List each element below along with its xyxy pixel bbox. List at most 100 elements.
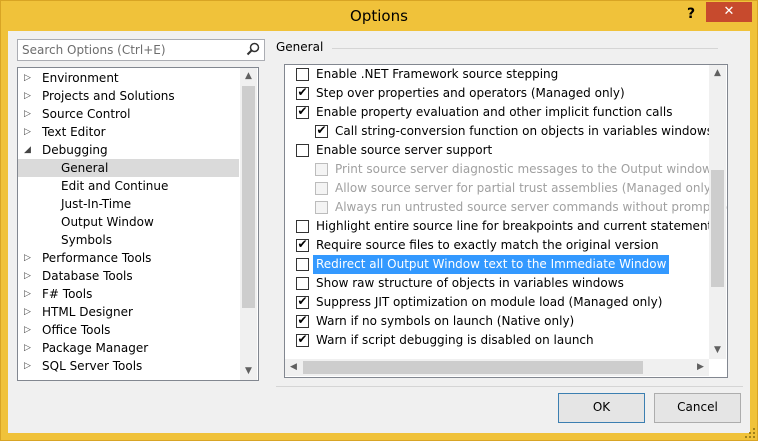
scroll-up-icon[interactable]: ▲ — [709, 65, 726, 82]
tree-item-label: Performance Tools — [42, 251, 152, 265]
scroll-left-icon[interactable]: ◀ — [285, 359, 302, 376]
options-list[interactable]: ✔ Warn if script debugging is disabled on… — [284, 64, 728, 378]
option-label: Require source files to exactly match th… — [316, 238, 659, 252]
options-dialog: Options ? ✕ Search Options (Ctrl+E) ▷ SQL… — [0, 0, 758, 441]
option-label: Enable source server support — [316, 143, 493, 157]
checkmark-icon: ✔ — [297, 294, 308, 308]
tree-item-label: Office Tools — [42, 323, 111, 337]
tree-item[interactable]: ▷ Package Manager — [18, 339, 239, 357]
tree-item[interactable]: ▷ Projects and Solutions — [18, 87, 239, 105]
tree-item-label: Source Control — [42, 107, 131, 121]
tree-item[interactable]: ▷ Source Control — [18, 105, 239, 123]
option-label: Warn if script debugging is disabled on … — [316, 333, 594, 347]
option-checkbox[interactable] — [296, 220, 309, 233]
close-button[interactable]: ✕ — [706, 2, 752, 22]
tree-item[interactable]: ▷ Performance Tools — [18, 249, 239, 267]
options-horizontal-scrollbar[interactable]: ◀ ▶ — [285, 359, 709, 376]
scroll-down-icon[interactable]: ▼ — [709, 342, 726, 359]
option-checkbox[interactable]: ✔ — [296, 332, 309, 347]
tree-item-label: Just-In-Time — [61, 197, 132, 211]
option-label: Step over properties and operators (Mana… — [316, 86, 625, 100]
ok-button[interactable]: OK — [558, 393, 645, 423]
checkmark-icon: ✔ — [297, 104, 308, 118]
collapsed-arrow-icon[interactable]: ▷ — [24, 339, 34, 357]
resize-grip-icon[interactable] — [745, 428, 755, 438]
tree-item-label: HTML Designer — [42, 305, 133, 319]
tree-item-label: Database Tools — [42, 269, 133, 283]
window-title: Options — [350, 7, 408, 25]
expanded-arrow-icon[interactable]: ◢ — [24, 141, 34, 159]
option-checkbox[interactable]: ✔ — [315, 123, 328, 138]
tree-item-label: Edit and Continue — [61, 179, 169, 193]
tree-scroll-thumb[interactable] — [242, 86, 255, 308]
option-checkbox — [315, 163, 328, 176]
cancel-button[interactable]: Cancel — [654, 393, 741, 423]
option-checkbox[interactable]: ✔ — [296, 237, 309, 252]
options-scroll-thumb[interactable] — [711, 170, 724, 287]
tree-item-label: Debugging — [42, 143, 108, 157]
option-checkbox[interactable]: ✔ — [296, 104, 309, 119]
tree-item-label: General — [61, 161, 109, 175]
collapsed-arrow-icon[interactable]: ▷ — [24, 303, 34, 321]
section-divider — [332, 48, 718, 49]
option-label: Highlight entire source line for breakpo… — [316, 219, 713, 233]
search-input[interactable]: Search Options (Ctrl+E) — [17, 39, 265, 61]
option-checkbox[interactable] — [296, 68, 309, 81]
collapsed-arrow-icon[interactable]: ▷ — [24, 357, 34, 375]
options-vertical-scrollbar[interactable]: ▲ ▼ — [709, 65, 726, 359]
options-hscroll-thumb[interactable] — [303, 361, 643, 374]
tree-item-label: Symbols — [61, 233, 112, 247]
collapsed-arrow-icon[interactable]: ▷ — [24, 105, 34, 123]
collapsed-arrow-icon[interactable]: ▷ — [24, 249, 34, 267]
collapsed-arrow-icon[interactable]: ▷ — [24, 267, 34, 285]
title-bar[interactable]: Options ? ✕ — [1, 1, 757, 31]
option-label: Warn if no symbols on launch (Native onl… — [316, 314, 575, 328]
option-checkbox[interactable] — [296, 277, 309, 290]
options-category-tree[interactable]: ▷ SQL Server Tools ▷ Package Manager ▷ Office… — [17, 67, 259, 381]
tree-item[interactable]: ◢ Debugging — [18, 141, 239, 159]
collapsed-arrow-icon[interactable]: ▷ — [24, 285, 34, 303]
tree-scrollbar[interactable]: ▲ ▼ — [240, 68, 257, 380]
option-checkbox[interactable]: ✔ — [296, 313, 309, 328]
help-button[interactable]: ? — [680, 5, 702, 23]
collapsed-arrow-icon[interactable]: ▷ — [24, 123, 34, 141]
tree-item[interactable]: Output Window — [18, 213, 239, 231]
option-label: Call string-conversion function on objec… — [335, 124, 713, 138]
search-icon[interactable] — [246, 42, 260, 56]
tree-item[interactable]: ▷ Text Editor — [18, 123, 239, 141]
collapsed-arrow-icon[interactable]: ▷ — [24, 69, 34, 87]
option-checkbox — [315, 182, 328, 195]
tree-item[interactable]: ▷ F# Tools — [18, 285, 239, 303]
section-title: General — [276, 40, 324, 54]
collapsed-arrow-icon[interactable]: ▷ — [24, 321, 34, 339]
tree-item[interactable]: ▷ HTML Designer — [18, 303, 239, 321]
tree-item[interactable]: Just-In-Time — [18, 195, 239, 213]
tree-item-label: Package Manager — [42, 341, 149, 355]
tree-item[interactable]: ▷ Database Tools — [18, 267, 239, 285]
collapsed-arrow-icon[interactable]: ▷ — [24, 87, 34, 105]
checkmark-icon: ✔ — [316, 123, 327, 137]
tree-item[interactable]: Symbols — [18, 231, 239, 249]
tree-item[interactable]: ▷ SQL Server Tools — [18, 357, 239, 375]
option-checkbox[interactable]: ✔ — [296, 294, 309, 309]
scroll-right-icon[interactable]: ▶ — [692, 359, 709, 376]
option-label: Always run untrusted source server comma… — [335, 200, 728, 214]
option-label: Redirect all Output Window text to the I… — [313, 255, 670, 274]
tree-item-label: Environment — [42, 71, 119, 85]
tree-item[interactable]: ▷ Environment — [18, 69, 239, 87]
tree-item-label: SQL Server Tools — [42, 359, 143, 373]
tree-item-label: Projects and Solutions — [42, 89, 175, 103]
option-checkbox[interactable] — [296, 258, 309, 271]
tree-item-label: Output Window — [61, 215, 154, 229]
option-checkbox[interactable] — [296, 144, 309, 157]
tree-item[interactable]: General — [18, 159, 239, 177]
scroll-up-icon[interactable]: ▲ — [240, 68, 257, 85]
scroll-down-icon[interactable]: ▼ — [240, 363, 257, 380]
tree-item[interactable]: Edit and Continue — [18, 177, 239, 195]
option-checkbox — [315, 201, 328, 214]
option-checkbox[interactable]: ✔ — [296, 85, 309, 100]
tree-item[interactable]: ▷ Office Tools — [18, 321, 239, 339]
option-label: Allow source server for partial trust as… — [335, 181, 716, 195]
dialog-body: Search Options (Ctrl+E) ▷ SQL Server Tool… — [8, 31, 750, 433]
option-label: Enable .NET Framework source stepping — [316, 67, 559, 81]
